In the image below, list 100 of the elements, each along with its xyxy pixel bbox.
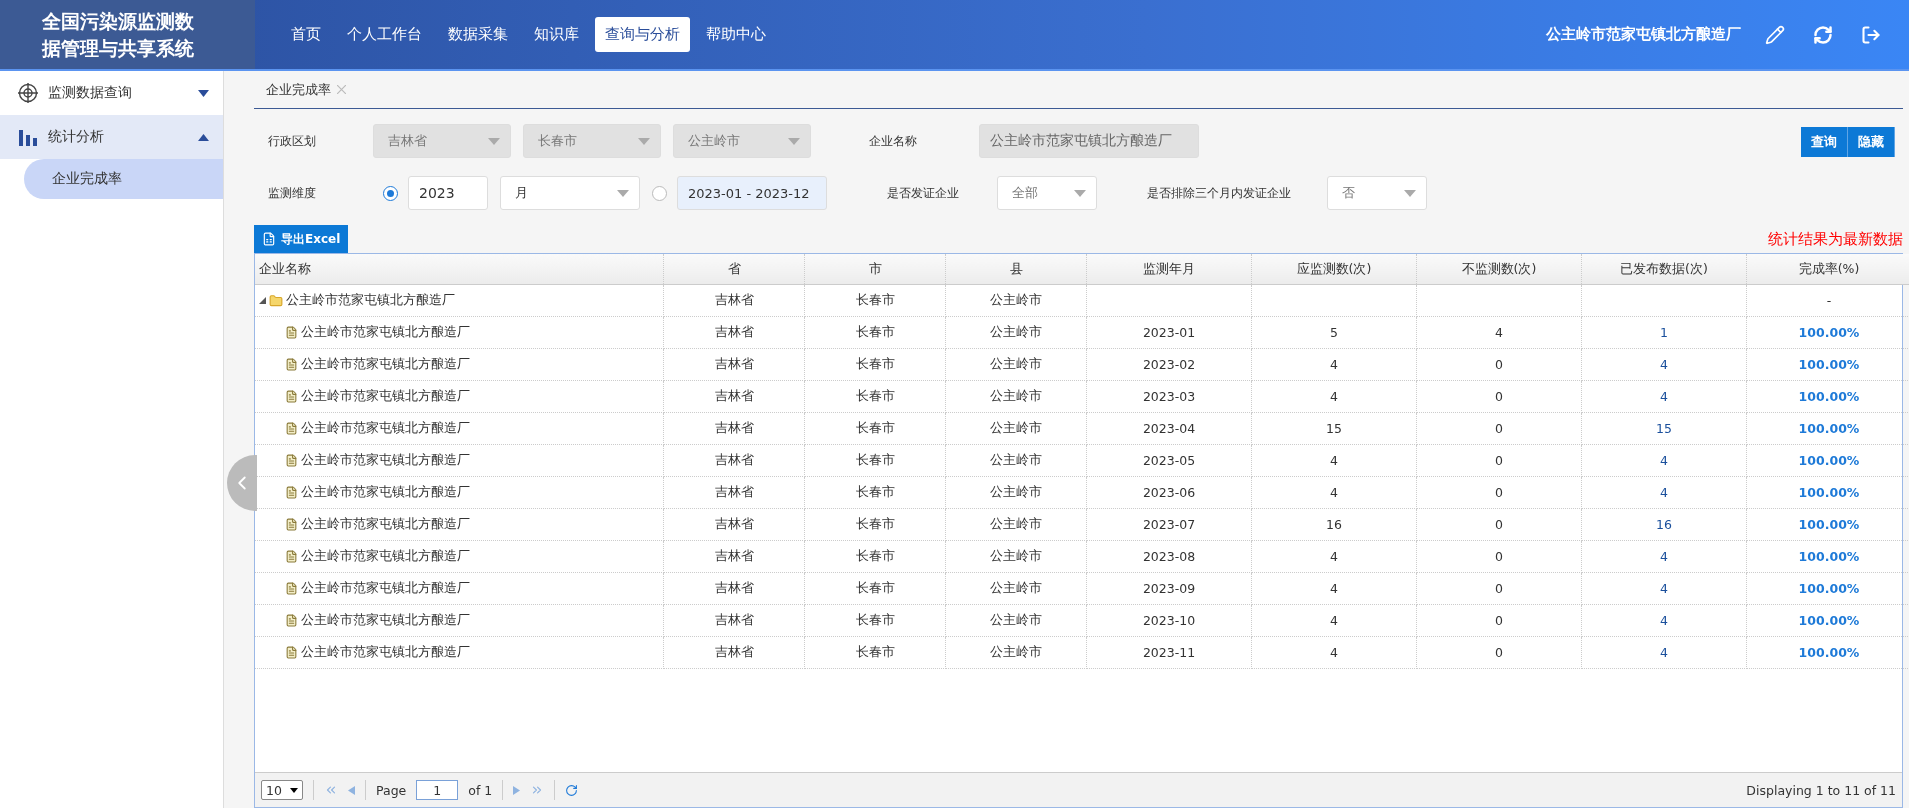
column-header[interactable]: 已发布数据(次): [1581, 254, 1747, 285]
table-cell: 15: [1581, 412, 1747, 445]
sidebar-subitem[interactable]: 企业完成率: [24, 159, 223, 199]
document-icon: [285, 646, 298, 659]
column-header[interactable]: 市: [804, 254, 946, 285]
exclude-select[interactable]: 否: [1327, 176, 1427, 210]
display-info: Displaying 1 to 11 of 11: [1746, 782, 1896, 798]
table-cell: 16: [1581, 508, 1747, 541]
sidebar-item[interactable]: 统计分析: [0, 115, 223, 159]
page-size-select[interactable]: 10: [261, 780, 303, 800]
caret-icon[interactable]: [198, 89, 209, 97]
table-cell: 长春市: [804, 380, 946, 413]
table-cell: 长春市: [804, 444, 946, 477]
field-label: 是否发证企业: [887, 184, 960, 202]
dropdown-arrow-icon: [1074, 189, 1086, 197]
company-field[interactable]: 公主岭市范家屯镇北方酿造厂: [979, 124, 1199, 158]
table-cell: 16: [1251, 508, 1417, 541]
nav-item[interactable]: 查询与分析: [595, 17, 690, 52]
field-label: 是否排除三个月内发证企业: [1147, 184, 1292, 202]
tree-toggle-icon[interactable]: [259, 297, 266, 304]
field-label: 行政区划: [268, 132, 317, 150]
column-header[interactable]: 县: [945, 254, 1087, 285]
previous-page-icon[interactable]: [348, 785, 355, 795]
table-cell: 4: [1251, 540, 1417, 573]
export-button[interactable]: 导出Excel: [254, 225, 349, 253]
table-cell: 公主岭市: [945, 508, 1087, 541]
column-header[interactable]: 应监测数(次): [1251, 254, 1417, 285]
table-cell: 4: [1251, 348, 1417, 381]
app-title: 全国污染源监测数: [42, 8, 195, 34]
caret-icon[interactable]: [198, 133, 209, 141]
column-header[interactable]: 完成率(%): [1746, 254, 1909, 285]
app-title: 据管理与共享系统: [42, 35, 195, 61]
table-cell: 4: [1416, 316, 1582, 349]
table-cell: 100.00%: [1746, 444, 1909, 477]
action-button[interactable]: 隐藏: [1848, 127, 1895, 157]
region-select[interactable]: 长春市: [523, 124, 661, 158]
table-cell: 公主岭市: [945, 444, 1087, 477]
refresh-icon[interactable]: [1813, 24, 1833, 45]
table-cell: 公主岭市范家屯镇北方酿造厂: [255, 540, 664, 573]
page-field[interactable]: 1: [416, 780, 459, 800]
table-cell: 公主岭市范家屯镇北方酿造厂: [255, 572, 664, 605]
year-radio[interactable]: [383, 185, 398, 201]
table-cell: 100.00%: [1746, 412, 1909, 445]
region-select[interactable]: 公主岭市: [673, 124, 811, 158]
column-header[interactable]: 省: [663, 254, 805, 285]
document-icon: [285, 614, 298, 627]
table-cell: 吉林省: [663, 284, 805, 317]
dropdown-arrow-icon: [488, 137, 500, 145]
next-page-icon[interactable]: [513, 785, 521, 795]
table-cell: 公主岭市: [945, 604, 1087, 637]
range-radio[interactable]: [652, 185, 667, 201]
nav-item[interactable]: 个人工作台: [337, 17, 432, 52]
table-cell: 长春市: [804, 636, 946, 669]
table-cell: 2023-02: [1086, 348, 1252, 381]
table-cell: 公主岭市: [945, 636, 1087, 669]
table-cell: 吉林省: [663, 444, 805, 477]
year-field[interactable]: 2023: [408, 176, 488, 210]
table-cell: 长春市: [804, 316, 946, 349]
document-icon: [285, 454, 298, 467]
column-header[interactable]: 监测年月: [1086, 254, 1252, 285]
table-cell: 4: [1581, 636, 1747, 669]
bar-chart-icon: [18, 128, 38, 146]
table-cell: 0: [1416, 540, 1582, 573]
table-cell: 0: [1416, 380, 1582, 413]
table-cell: 公主岭市范家屯镇北方酿造厂: [255, 412, 664, 445]
nav-item[interactable]: 帮助中心: [696, 17, 776, 52]
table-cell: 0: [1416, 636, 1582, 669]
page-tab[interactable]: 企业完成率: [266, 80, 331, 99]
column-header[interactable]: 企业名称: [255, 254, 664, 285]
table-cell: 2023-06: [1086, 476, 1252, 509]
table-cell: 5: [1251, 316, 1417, 349]
table-cell: 公主岭市范家屯镇北方酿造厂: [255, 476, 664, 509]
table-cell: 长春市: [804, 476, 946, 509]
table-cell: 吉林省: [663, 380, 805, 413]
table-cell: 吉林省: [663, 316, 805, 349]
nav-item[interactable]: 知识库: [524, 17, 589, 52]
column-header[interactable]: 不监测数(次): [1416, 254, 1582, 285]
table-cell: 100.00%: [1746, 540, 1909, 573]
region-select[interactable]: 吉林省: [373, 124, 511, 158]
edit-icon[interactable]: [1765, 24, 1785, 45]
table-cell: 4: [1251, 572, 1417, 605]
nav-item[interactable]: 数据采集: [438, 17, 518, 52]
table-cell: 0: [1416, 604, 1582, 637]
table-cell: 0: [1416, 444, 1582, 477]
table-cell: 4: [1581, 348, 1747, 381]
logout-icon[interactable]: [1861, 24, 1881, 45]
table-cell: 2023-10: [1086, 604, 1252, 637]
table-cell: 公主岭市范家屯镇北方酿造厂: [255, 604, 664, 637]
document-icon: [285, 326, 298, 339]
document-icon: [285, 486, 298, 499]
table-cell: 4: [1251, 636, 1417, 669]
action-button[interactable]: 查询: [1801, 127, 1848, 157]
date-range-field[interactable]: 2023-01 - 2023-12: [677, 176, 827, 210]
licensed-select[interactable]: 全部: [997, 176, 1097, 210]
period-select[interactable]: 月: [500, 176, 640, 210]
refresh-icon[interactable]: [565, 783, 579, 797]
table-cell: 4: [1251, 380, 1417, 413]
table-cell: 长春市: [804, 412, 946, 445]
nav-item[interactable]: 首页: [281, 17, 331, 52]
document-icon: [285, 550, 298, 563]
